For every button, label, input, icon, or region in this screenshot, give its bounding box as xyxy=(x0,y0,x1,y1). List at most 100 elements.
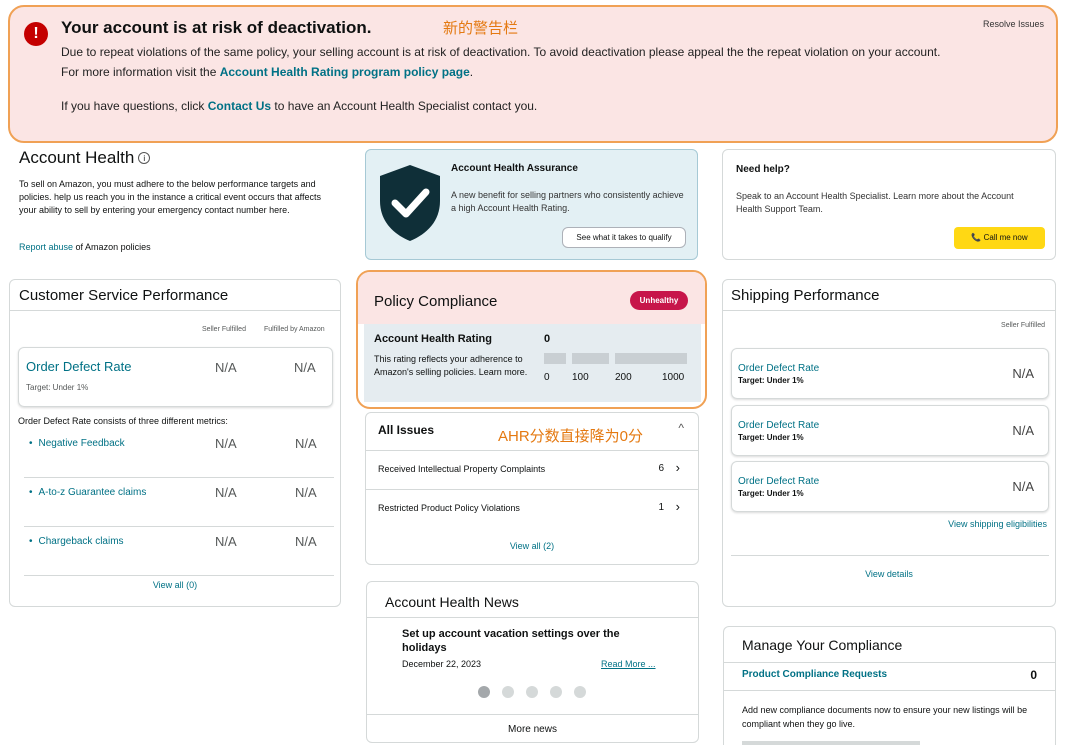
issue-row-ip-complaints[interactable]: Received Intellectual Property Complaint… xyxy=(366,450,698,489)
issue-count: 1 xyxy=(658,502,664,513)
manage-compliance-title: Manage Your Compliance xyxy=(724,627,1055,663)
ahr-tick: 200 xyxy=(615,372,632,383)
shipping-metric-target: Target: Under 1% xyxy=(738,376,804,385)
metric-row-negative-feedback: Negative Feedback N/A N/A xyxy=(24,430,334,478)
metric-amazon-value: N/A xyxy=(295,534,317,549)
report-abuse-link[interactable]: Report abuse xyxy=(19,242,73,252)
issues-view-all-link[interactable]: View all (2) xyxy=(366,541,698,551)
shipping-metric-value: N/A xyxy=(1012,423,1034,438)
news-date: December 22, 2023 xyxy=(402,659,482,669)
shipping-performance-card: Shipping Performance Seller Fulfilled Or… xyxy=(722,279,1056,607)
banner-body-end: . xyxy=(469,65,474,79)
manage-compliance-card: Manage Your Compliance Product Complianc… xyxy=(723,626,1056,745)
account-health-heading: Account Health xyxy=(19,148,135,167)
issue-row-restricted-product[interactable]: Restricted Product Policy Violations 1 › xyxy=(366,489,698,528)
account-health-description: To sell on Amazon, you must adhere to th… xyxy=(19,179,321,215)
all-issues-title: All Issues xyxy=(378,423,435,437)
report-abuse-rest: of Amazon policies xyxy=(73,242,151,252)
call-me-now-button[interactable]: 📞 Call me now xyxy=(954,227,1045,249)
seller-fulfilled-col: Seller Fulfilled xyxy=(202,326,246,333)
banner-body: Due to repeat violations of the same pol… xyxy=(61,42,961,82)
ahr-segment-low xyxy=(544,353,566,364)
odr-target: Target: Under 1% xyxy=(26,383,89,392)
odr-amazon-value: N/A xyxy=(294,360,316,375)
ahr-tick: 100 xyxy=(572,372,589,383)
compliance-action-bar[interactable] xyxy=(742,741,920,745)
ahr-policy-link[interactable]: Account Health Rating program policy pag… xyxy=(220,65,470,79)
resolve-issues-link[interactable]: Resolve Issues xyxy=(983,19,1044,29)
chevron-right-icon: › xyxy=(675,460,680,475)
news-headline: Set up account vacation settings over th… xyxy=(402,628,620,654)
ahr-panel: Account Health Rating 0 This rating refl… xyxy=(364,324,701,402)
policy-compliance-header: Policy Compliance Unhealthy xyxy=(358,272,705,324)
shipping-metric-label[interactable]: Order Defect Rate xyxy=(738,363,819,374)
banner-contact-line: If you have questions, click Contact Us … xyxy=(61,99,537,113)
product-compliance-requests-link[interactable]: Product Compliance Requests xyxy=(742,669,887,680)
ahr-description[interactable]: This rating reflects your adherence to A… xyxy=(374,353,529,379)
odr-label[interactable]: Order Defect Rate xyxy=(26,359,132,374)
metric-label[interactable]: Negative Feedback xyxy=(29,438,125,449)
shipping-metric-row[interactable]: Order Defect Rate Target: Under 1% N/A xyxy=(731,348,1049,399)
need-help-title: Need help? xyxy=(736,164,790,175)
carousel-dot[interactable] xyxy=(478,686,490,698)
divider xyxy=(724,690,1055,691)
unhealthy-badge: Unhealthy xyxy=(630,291,688,310)
product-compliance-requests-count: 0 xyxy=(1030,668,1037,682)
shipping-metric-target: Target: Under 1% xyxy=(738,433,804,442)
account-health-assurance-card: Account Health Assurance A new benefit f… xyxy=(365,149,698,260)
carousel-dot[interactable] xyxy=(526,686,538,698)
chevron-up-icon[interactable]: ^ xyxy=(678,421,684,435)
banner-body-text: Due to repeat violations of the same pol… xyxy=(61,45,941,79)
shipping-title: Shipping Performance xyxy=(731,287,880,304)
alert-icon: ! xyxy=(24,22,48,46)
need-help-description: Speak to an Account Health Specialist. L… xyxy=(736,191,1014,214)
shipping-metric-label[interactable]: Order Defect Rate xyxy=(738,420,819,431)
policy-compliance-card: Policy Compliance Unhealthy Account Heal… xyxy=(356,270,707,409)
aha-title: Account Health Assurance xyxy=(451,163,578,174)
shipping-metric-label[interactable]: Order Defect Rate xyxy=(738,476,819,487)
odr-consists-text: Order Defect Rate consists of three diff… xyxy=(18,416,228,426)
metric-seller-value: N/A xyxy=(215,485,237,500)
metric-seller-value: N/A xyxy=(215,436,237,451)
contact-line-end: to have an Account Health Specialist con… xyxy=(271,99,538,113)
shipping-metric-value: N/A xyxy=(1012,479,1034,494)
shipping-header: Shipping Performance xyxy=(723,280,1055,311)
carousel-dot[interactable] xyxy=(550,686,562,698)
info-icon[interactable]: i xyxy=(138,152,151,164)
read-more-link[interactable]: Read More ... xyxy=(601,659,656,669)
phone-icon: 📞 xyxy=(971,233,982,242)
ahr-label: Account Health Rating xyxy=(374,333,492,345)
order-defect-rate-box[interactable]: Order Defect Rate Target: Under 1% N/A N… xyxy=(18,347,333,407)
metric-seller-value: N/A xyxy=(215,534,237,549)
metric-label[interactable]: Chargeback claims xyxy=(29,536,124,547)
annotation-ahr-zero: AHR分数直接降为0分 xyxy=(498,428,644,445)
more-news-button[interactable]: More news xyxy=(367,714,698,744)
policy-compliance-title: Policy Compliance xyxy=(374,293,498,310)
metric-amazon-value: N/A xyxy=(295,485,317,500)
chevron-right-icon: › xyxy=(675,499,680,514)
contact-us-link[interactable]: Contact Us xyxy=(208,99,271,113)
account-health-news-card: Account Health News Set up account vacat… xyxy=(366,581,699,743)
ahr-tick: 0 xyxy=(544,372,550,383)
deactivation-warning-banner: ! Your account is at risk of deactivatio… xyxy=(8,5,1058,143)
shipping-metric-value: N/A xyxy=(1012,366,1034,381)
fulfilled-by-amazon-col: Fulfilled by Amazon xyxy=(264,326,325,333)
view-details-link[interactable]: View details xyxy=(723,569,1055,579)
metric-amazon-value: N/A xyxy=(295,436,317,451)
shipping-metric-row[interactable]: Order Defect Rate Target: Under 1% N/A xyxy=(731,461,1049,512)
ahr-segment-high xyxy=(615,353,687,364)
ahr-segment-mid xyxy=(572,353,609,364)
carousel-dot[interactable] xyxy=(574,686,586,698)
shipping-eligibilities-link[interactable]: View shipping eligibilities xyxy=(948,519,1047,529)
customer-service-performance-card: Customer Service Performance Seller Fulf… xyxy=(9,279,341,607)
csp-view-all-link[interactable]: View all (0) xyxy=(10,580,340,590)
metric-row-chargeback-claims: Chargeback claims N/A N/A xyxy=(24,528,334,576)
carousel-dot[interactable] xyxy=(502,686,514,698)
contact-line-text: If you have questions, click xyxy=(61,99,208,113)
manage-compliance-description: Add new compliance documents now to ensu… xyxy=(742,705,1028,729)
banner-title: Your account is at risk of deactivation. xyxy=(61,18,372,37)
qualify-button[interactable]: See what it takes to qualify xyxy=(562,227,686,248)
seller-fulfilled-col: Seller Fulfilled xyxy=(1001,322,1045,329)
shipping-metric-row[interactable]: Order Defect Rate Target: Under 1% N/A xyxy=(731,405,1049,456)
metric-label[interactable]: A-to-z Guarantee claims xyxy=(29,487,147,498)
